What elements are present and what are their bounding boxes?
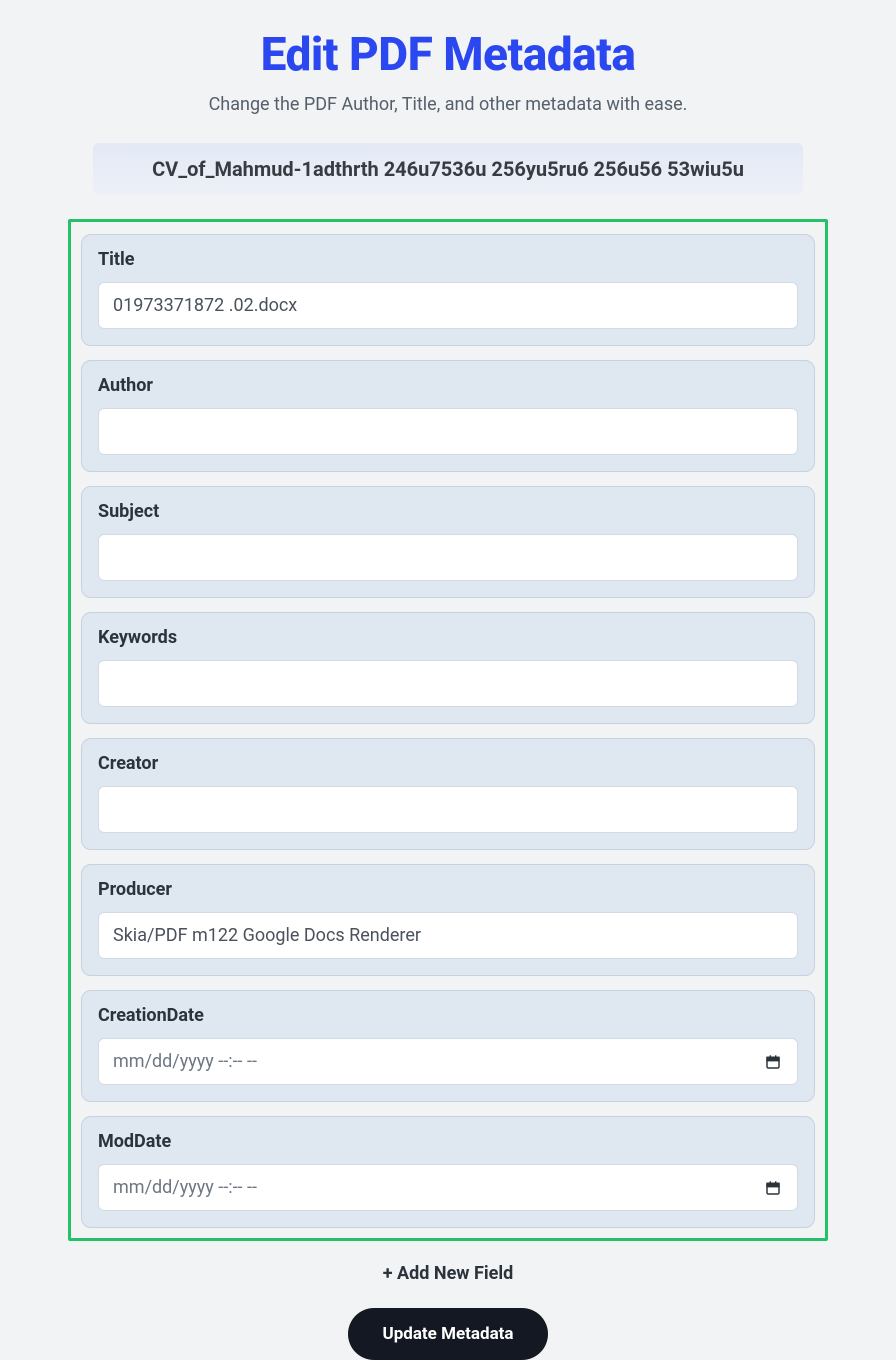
keywords-input[interactable] bbox=[98, 660, 798, 707]
creation-date-placeholder: mm/dd/yyyy --:-- -- bbox=[113, 1051, 257, 1072]
add-new-field-button[interactable]: + Add New Field bbox=[383, 1263, 514, 1284]
creation-date-label: CreationDate bbox=[98, 1005, 798, 1026]
page-subtitle: Change the PDF Author, Title, and other … bbox=[38, 94, 858, 115]
update-metadata-button[interactable]: Update Metadata bbox=[348, 1308, 547, 1360]
title-label: Title bbox=[98, 249, 798, 270]
author-label: Author bbox=[98, 375, 798, 396]
field-group-creator: Creator bbox=[81, 738, 815, 850]
field-group-author: Author bbox=[81, 360, 815, 472]
subject-label: Subject bbox=[98, 501, 798, 522]
producer-label: Producer bbox=[98, 879, 798, 900]
field-group-title: Title bbox=[81, 234, 815, 346]
producer-input[interactable] bbox=[98, 912, 798, 959]
mod-date-placeholder: mm/dd/yyyy --:-- -- bbox=[113, 1177, 257, 1198]
creator-input[interactable] bbox=[98, 786, 798, 833]
author-input[interactable] bbox=[98, 408, 798, 455]
creator-label: Creator bbox=[98, 753, 798, 774]
calendar-icon bbox=[765, 1180, 781, 1196]
subject-input[interactable] bbox=[98, 534, 798, 581]
creation-date-input[interactable]: mm/dd/yyyy --:-- -- bbox=[98, 1038, 798, 1085]
metadata-form-panel: Title Author Subject Keywords Creator Pr… bbox=[68, 219, 828, 1241]
title-input[interactable] bbox=[98, 282, 798, 329]
field-group-keywords: Keywords bbox=[81, 612, 815, 724]
mod-date-label: ModDate bbox=[98, 1131, 798, 1152]
field-group-subject: Subject bbox=[81, 486, 815, 598]
field-group-producer: Producer bbox=[81, 864, 815, 976]
filename-display: CV_of_Mahmud-1adthrth 246u7536u 256yu5ru… bbox=[93, 143, 803, 195]
field-group-mod-date: ModDate mm/dd/yyyy --:-- -- bbox=[81, 1116, 815, 1228]
keywords-label: Keywords bbox=[98, 627, 798, 648]
field-group-creation-date: CreationDate mm/dd/yyyy --:-- -- bbox=[81, 990, 815, 1102]
page-title: Edit PDF Metadata bbox=[38, 28, 858, 82]
calendar-icon bbox=[765, 1054, 781, 1070]
mod-date-input[interactable]: mm/dd/yyyy --:-- -- bbox=[98, 1164, 798, 1211]
